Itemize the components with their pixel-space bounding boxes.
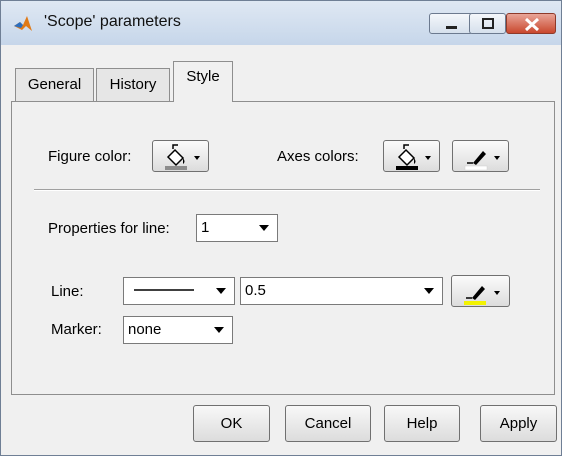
line-number-select[interactable]: 1 (196, 214, 278, 242)
section-divider (34, 189, 540, 191)
help-button[interactable]: Help (384, 405, 460, 442)
figure-color-label: Figure color: (48, 148, 132, 165)
properties-for-line-label: Properties for line: (48, 220, 170, 237)
ok-button[interactable]: OK (193, 405, 270, 442)
marker-value: none (128, 321, 162, 338)
minimize-icon (446, 26, 457, 29)
dialog-window: 'Scope' parameters General History Style… (0, 0, 562, 456)
paint-bucket-icon (396, 144, 431, 170)
minimize-button[interactable] (429, 13, 473, 34)
tab-general[interactable]: General (15, 68, 94, 101)
line-color-button[interactable] (451, 275, 510, 307)
axes-line-color-button[interactable] (452, 140, 509, 172)
cancel-button[interactable]: Cancel (285, 405, 371, 442)
chevron-down-icon (216, 288, 226, 294)
line-number-value: 1 (201, 219, 210, 236)
solid-line-style-icon (134, 289, 194, 291)
chevron-down-icon (259, 225, 269, 231)
axes-colors-label: Axes colors: (277, 148, 359, 165)
maximize-button[interactable] (469, 13, 506, 34)
tab-history[interactable]: History (96, 68, 170, 101)
axes-background-color-button[interactable] (383, 140, 440, 172)
apply-button[interactable]: Apply (480, 405, 557, 442)
pen-color-icon (464, 286, 500, 305)
marker-label: Marker: (51, 321, 102, 338)
maximize-icon (482, 18, 494, 29)
title-bar[interactable]: 'Scope' parameters (1, 1, 561, 45)
marker-select[interactable]: none (123, 316, 233, 344)
line-width-value: 0.5 (245, 282, 266, 299)
pen-color-icon (464, 151, 500, 171)
line-label: Line: (51, 283, 84, 300)
chevron-down-icon (424, 288, 434, 294)
line-width-select[interactable]: 0.5 (240, 277, 443, 305)
tab-style[interactable]: Style (173, 61, 233, 102)
close-icon (524, 17, 540, 32)
paint-bucket-icon (165, 144, 200, 170)
line-style-select[interactable] (123, 277, 235, 305)
matlab-logo-icon (13, 14, 33, 34)
window-title: 'Scope' parameters (44, 13, 181, 30)
chevron-down-icon (214, 327, 224, 333)
close-button[interactable] (506, 13, 556, 34)
figure-color-button[interactable] (152, 140, 209, 172)
